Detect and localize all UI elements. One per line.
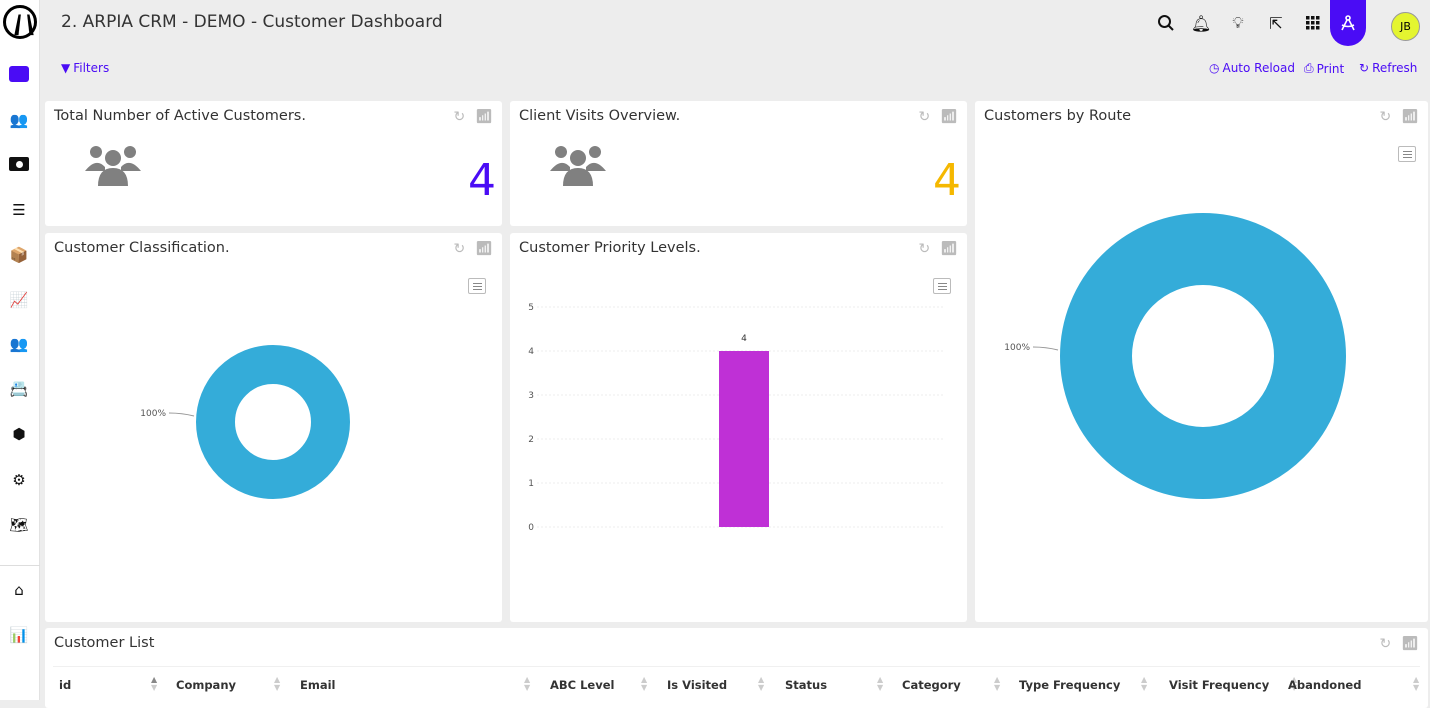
sort-icon[interactable]: ▲ ▼: [994, 676, 1000, 692]
slice-label-line: [168, 412, 195, 417]
sort-icon[interactable]: ▲ ▼: [877, 676, 883, 692]
gears-icon[interactable]: ⚙: [8, 470, 30, 490]
column-header[interactable]: Status: [785, 678, 827, 692]
route-donut-chart: 100%: [1004, 213, 1346, 499]
customer-priority-card: Customer Priority Levels. ↻ 📶︎ 0123454: [510, 233, 967, 622]
donut-slice: [1060, 213, 1346, 499]
bell-icon[interactable]: 🔔︎: [1191, 13, 1211, 33]
priority-bar-chart: 0 1 2 3 4 5 4: [528, 303, 945, 533]
column-header[interactable]: Company: [176, 678, 236, 692]
customers-by-route-card: Customers by Route ↻ 📶︎ 100%: [975, 101, 1428, 622]
reload-icon[interactable]: ↻: [453, 109, 465, 125]
card-title: Total Number of Active Customers.: [54, 108, 306, 124]
chart-icon[interactable]: 📶︎: [1401, 636, 1419, 652]
classification-donut-chart: 100%: [140, 345, 350, 499]
page-title: 2. ARPIA CRM - DEMO - Customer Dashboard: [61, 12, 443, 32]
address-book-icon[interactable]: 📇: [8, 379, 30, 399]
sidebar: 👥 ☰ 📦 📈 👥 📇 ⬢ ⚙ 🗺 ⌂ 📊: [0, 0, 40, 700]
arpia-logo[interactable]: [3, 5, 37, 39]
users-icon[interactable]: 👥: [8, 334, 30, 354]
sort-icon[interactable]: ▲ ▼: [1141, 676, 1147, 692]
apps-grid-icon[interactable]: [1303, 13, 1323, 33]
share-icon[interactable]: ⇱: [1266, 13, 1286, 33]
y-tick-label: 2: [528, 435, 534, 445]
y-tick-label: 3: [528, 391, 534, 401]
column-header[interactable]: Email: [300, 678, 335, 692]
print-label: Print: [1316, 61, 1345, 76]
client-visits-card: Client Visits Overview. ↻ 📶︎ 4: [510, 101, 967, 226]
slice-label: 100%: [140, 409, 166, 419]
integration-icon[interactable]: ⬢: [8, 424, 30, 444]
card-title: Client Visits Overview.: [519, 108, 681, 124]
active-customers-value: 4: [468, 155, 496, 206]
y-tick-label: 4: [528, 347, 534, 357]
refresh-icon: ↻: [1359, 61, 1370, 75]
money-icon[interactable]: [8, 154, 30, 174]
column-header[interactable]: id: [59, 678, 71, 692]
refresh-button[interactable]: ↻ Refresh: [1359, 61, 1417, 75]
column-header[interactable]: Type Frequency: [1019, 678, 1120, 692]
filters-label: Filters: [73, 61, 110, 75]
column-header[interactable]: Visit Frequency: [1169, 678, 1269, 692]
clock-icon: ◷: [1209, 61, 1220, 75]
print-button[interactable]: ⎙ Print: [1304, 61, 1344, 76]
y-tick-label: 0: [528, 523, 534, 533]
list-icon[interactable]: ☰: [8, 200, 30, 220]
search-icon[interactable]: [1156, 13, 1176, 33]
refresh-label: Refresh: [1372, 61, 1418, 75]
y-tick-label: 5: [528, 303, 534, 313]
column-header[interactable]: Category: [902, 678, 961, 692]
compass-icon[interactable]: [1330, 0, 1366, 46]
column-header[interactable]: ABC Level: [550, 678, 614, 692]
column-header[interactable]: Abandoned: [1288, 678, 1361, 692]
sort-icon[interactable]: ▲ ▼: [274, 676, 280, 692]
y-tick-label: 1: [528, 479, 534, 489]
customer-classification-card: Customer Classification. ↻ 📶︎ 100%: [45, 233, 502, 622]
sidebar-divider: [0, 565, 40, 566]
auto-reload-label: Auto Reload: [1222, 61, 1295, 75]
customers-icon[interactable]: 👥: [8, 110, 30, 130]
sort-icon[interactable]: ▲ ▼: [1413, 676, 1419, 692]
filter-icon: ▼: [61, 61, 71, 75]
avatar[interactable]: JB: [1391, 12, 1420, 41]
client-visits-value: 4: [933, 155, 961, 206]
lightbulb-icon[interactable]: 💡︎: [1228, 13, 1248, 33]
active-customers-card: Total Number of Active Customers. ↻ 📶︎ 4: [45, 101, 502, 226]
home-icon[interactable]: ⌂: [8, 580, 30, 600]
column-header[interactable]: Is Visited: [667, 678, 727, 692]
slice-label: 100%: [1004, 343, 1030, 353]
card-title: Customer List: [54, 635, 155, 651]
sort-icon[interactable]: ▲ ▼: [758, 676, 764, 692]
print-icon: ⎙: [1304, 61, 1314, 75]
customer-list-card: Customer List ↻ 📶︎ id ▲ ▼ Company ▲ ▼ Email ▲ ▼ AB…: [45, 628, 1428, 708]
reload-icon[interactable]: ↻: [1379, 636, 1391, 652]
analytics-icon[interactable]: 📊: [8, 625, 30, 645]
sort-icon[interactable]: ▲ ▼: [524, 676, 530, 692]
users-icon: [550, 146, 606, 186]
dashboard-icon[interactable]: [8, 64, 30, 84]
auto-reload-button[interactable]: ◷ Auto Reload: [1209, 61, 1295, 75]
chart-icon[interactable]: 📶︎: [475, 109, 493, 125]
chart-icon[interactable]: 📶︎: [940, 109, 958, 125]
box-open-icon[interactable]: 📦: [8, 245, 30, 265]
area-chart-icon[interactable]: 📈: [8, 290, 30, 310]
sort-icon[interactable]: ▲ ▼: [641, 676, 647, 692]
sort-icon[interactable]: ▲ ▼: [151, 676, 157, 692]
bar: [719, 351, 769, 527]
bar-data-label: 4: [741, 334, 747, 344]
donut-slice: [196, 345, 350, 499]
filters-button[interactable]: ▼ Filters: [61, 61, 109, 75]
reload-icon[interactable]: ↻: [918, 109, 930, 125]
slice-label-line: [1032, 346, 1059, 351]
users-icon: [85, 146, 141, 186]
map-icon[interactable]: 🗺: [8, 515, 30, 535]
